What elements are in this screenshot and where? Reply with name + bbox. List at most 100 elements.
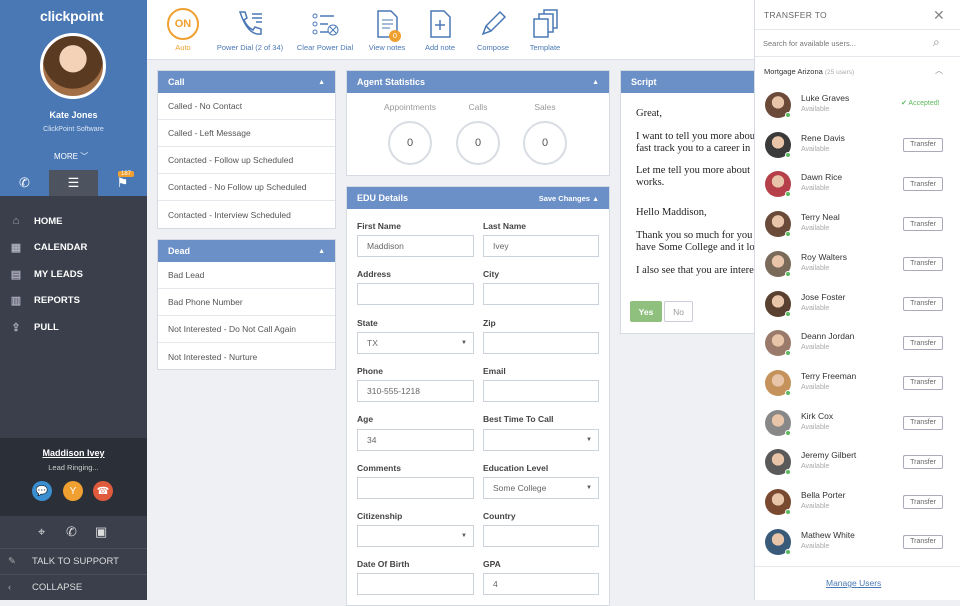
country-field[interactable] [483,525,599,547]
transfer-user-row[interactable]: Jeremy Gilbert Available Transfer [755,443,960,483]
nav-my-leads[interactable]: ▤ MY LEADS [0,261,147,288]
transfer-user-row[interactable]: Bella Porter Available Transfer [755,483,960,523]
compose-button[interactable]: Compose [475,0,511,60]
power-dial-button[interactable]: Power Dial (2 of 34) [217,0,283,60]
call-panel-header[interactable]: Call ▲ [158,71,335,93]
collapse-button[interactable]: ‹ COLLAPSE [0,574,147,600]
citizenship-select[interactable]: ▼ [357,525,474,547]
caret-up-icon[interactable]: ▲ [318,248,325,255]
best-time-select[interactable]: ▼ [483,429,599,451]
nav-home[interactable]: ⌂ HOME [0,208,147,235]
transfer-user-row[interactable]: Dawn Rice Available Transfer [755,165,960,205]
nav-calendar[interactable]: ▦ CALENDAR [0,235,147,262]
list-item[interactable]: Contacted - No Follow up Scheduled [158,174,335,201]
agent-stats-header[interactable]: Agent Statistics ▲ [347,71,609,93]
transfer-button[interactable]: Transfer [903,296,943,311]
zip-field[interactable] [483,332,599,354]
first-name-field[interactable]: Maddison [357,235,474,257]
hangup-button[interactable]: ☎ [93,481,113,501]
dead-panel-header[interactable]: Dead ▲ [158,240,335,262]
caller-name[interactable]: Maddison Ivey [0,448,147,458]
tab-phone[interactable]: ✆ [0,170,49,196]
user-search-input[interactable] [763,36,933,50]
transfer-call-button[interactable]: Y [63,481,83,501]
add-note-icon [424,8,456,40]
gpa-field[interactable]: 4 [483,573,599,595]
list-item[interactable]: Contacted - Interview Scheduled [158,201,335,228]
chevron-up-icon[interactable]: ︿ [935,65,943,76]
script-header[interactable]: Script [621,71,759,93]
user-name: Rene Davis [801,132,845,143]
transfer-button[interactable]: Transfer [903,256,943,271]
save-changes-button[interactable]: Save Changes ▲ [539,194,599,203]
dob-label: Date Of Birth [357,559,410,569]
avatar[interactable] [40,33,106,99]
tab-flag[interactable]: ⚑ 187 [98,170,147,196]
clear-power-dial-button[interactable]: Clear Power Dial [297,0,353,60]
manage-users-link[interactable]: Manage Users [826,578,881,588]
support-icon: ✎ [8,556,16,567]
search-icon[interactable]: ⌕ [933,35,940,50]
transfer-button[interactable]: Transfer [903,177,943,192]
chat-button[interactable]: 💬 [32,481,52,501]
transfer-user-row[interactable]: Terry Neal Available Transfer [755,205,960,245]
list-item[interactable]: Bad Lead [158,262,335,289]
age-field[interactable]: 34 [357,429,474,451]
transfer-button[interactable]: Transfer [903,455,943,470]
user-status: Available [801,304,830,312]
transfer-button[interactable]: Transfer [903,137,943,152]
comments-field[interactable] [357,477,474,499]
dob-field[interactable] [357,573,474,595]
list-item[interactable]: Bad Phone Number [158,289,335,316]
last-name-field[interactable]: Ivey [483,235,599,257]
transfer-button[interactable]: Transfer [903,415,943,430]
caret-up-icon[interactable]: ▲ [592,79,599,86]
list-item[interactable]: Not Interested - Do Not Call Again [158,316,335,343]
transfer-button[interactable]: Transfer [903,217,943,232]
transfer-user-row[interactable]: Deann Jordan Available Transfer [755,324,960,364]
support-label: TALK TO SUPPORT [32,556,119,567]
more-button[interactable]: MORE ﹀ [54,151,88,162]
message-icon[interactable]: ▣ [95,524,107,540]
caret-up-icon[interactable]: ▲ [318,79,325,86]
no-button[interactable]: No [664,301,693,322]
script-line: works. [636,177,665,188]
transfer-user-row[interactable]: Kirk Cox Available Transfer [755,404,960,444]
auto-dial-toggle[interactable]: ON Auto [167,0,199,60]
address-field[interactable] [357,283,474,305]
transfer-button[interactable]: Transfer [903,534,943,549]
close-icon[interactable]: ✕ [933,7,945,24]
transfer-user-row[interactable]: Jose Foster Available Transfer [755,285,960,325]
list-item[interactable]: Called - No Contact [158,93,335,120]
email-field[interactable] [483,380,599,402]
transfer-user-row[interactable]: Roy Walters Available Transfer [755,245,960,285]
more-label: MORE [54,152,78,161]
transfer-user-row[interactable]: Mathew White Available Transfer [755,523,960,563]
list-item[interactable]: Called - Left Message [158,120,335,147]
call-forward-icon[interactable]: ✆ [66,524,77,540]
on-badge: ON [167,8,199,40]
transfer-button[interactable]: Transfer [903,495,943,509]
transfer-user-row[interactable]: Terry Freeman Available Transfer [755,364,960,404]
view-notes-button[interactable]: 0 View notes [367,0,407,60]
transfer-button[interactable]: Transfer [903,336,943,351]
yes-button[interactable]: Yes [630,301,662,322]
transfer-user-row[interactable]: Rene Davis Available Transfer [755,126,960,166]
transfer-button[interactable]: Transfer [903,375,943,390]
list-item[interactable]: Contacted - Follow up Scheduled [158,147,335,174]
nav-pull[interactable]: ⇪ PULL [0,314,147,341]
location-icon[interactable]: ⌖ [38,524,45,540]
education-select[interactable]: Some College ▼ [483,477,599,499]
transfer-user-row[interactable]: Luke Graves Available ✔ Accepted! [755,86,960,126]
phone-field[interactable]: 310-555-1218 [357,380,474,402]
tab-list[interactable]: ☰ [49,170,98,196]
state-select[interactable]: TX ▼ [357,332,474,354]
city-field[interactable] [483,283,599,305]
list-item[interactable]: Not Interested - Nurture [158,343,335,370]
add-note-button[interactable]: Add note [422,0,458,60]
talk-to-support-button[interactable]: ✎ TALK TO SUPPORT [0,548,147,574]
template-button[interactable]: Template [527,0,563,60]
nav-reports[interactable]: ▥ REPORTS [0,288,147,315]
group-header[interactable]: Mortgage Arizona (25 users) [764,67,854,76]
dropdown-icon: ▼ [586,485,592,491]
